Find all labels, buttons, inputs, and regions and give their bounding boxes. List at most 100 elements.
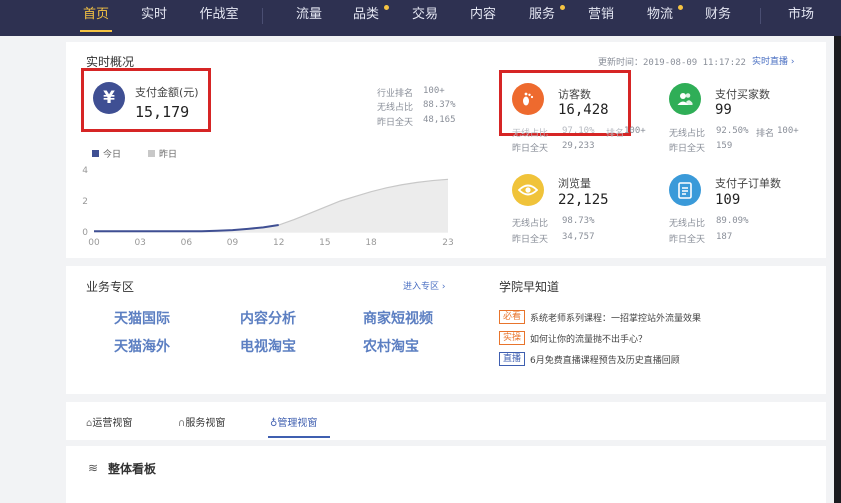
orders-label: 支付子订单数 <box>715 177 781 190</box>
academy-tag-must-see: 必看 <box>499 310 526 324</box>
visitors-yesterday-value: 29,233 <box>562 141 595 151</box>
biz-link-short-video[interactable]: 商家短视频 <box>363 308 433 328</box>
tab-management[interactable]: ♁管理视窗 <box>270 414 317 429</box>
views-yesterday-label: 昨日全天 <box>512 235 549 245</box>
live-link[interactable]: 实时直播 › <box>752 54 794 67</box>
biz-link-tv-taobao[interactable]: 电视淘宝 <box>240 336 296 356</box>
eye-icon <box>512 174 544 206</box>
layers-icon: ≋ <box>88 461 99 475</box>
nav-finance[interactable]: 财务 <box>704 0 732 36</box>
realtime-overview-card: 实时概况 更新时间：2019-08-09 11:17:22 实时直播 › ¥ 支… <box>66 42 826 258</box>
nav-service[interactable]: 服务 <box>528 0 556 36</box>
tab-service[interactable]: ∩服务视窗 <box>178 414 225 429</box>
legend-today[interactable]: 今日 <box>92 147 121 160</box>
nav-logistics[interactable]: 物流 <box>646 0 674 36</box>
pay-wireless-value: 88.37% <box>423 100 456 110</box>
business-zone-card: 业务专区 进入专区 › 天猫国际 内容分析 商家短视频 天猫海外 电视淘宝 农村… <box>66 266 826 394</box>
biz-link-tmall-global[interactable]: 天猫国际 <box>114 308 170 328</box>
document-icon <box>669 174 701 206</box>
visitors-yesterday-label: 昨日全天 <box>512 144 549 154</box>
pay-yesterday-label: 昨日全天 <box>377 118 414 128</box>
top-nav: 首页 实时 作战室 流量 品类 交易 内容 服务 营销 物流 财务 市场 <box>0 0 841 36</box>
views-wireless-label: 无线占比 <box>512 219 549 229</box>
nav-marketing[interactable]: 营销 <box>587 0 615 36</box>
enter-zone-link[interactable]: 进入专区 › <box>403 279 445 292</box>
realtime-line-chart: 4 2 000 03 06 09 12 15 18 23 <box>82 166 453 248</box>
academy-tag-live: 直播 <box>499 352 526 366</box>
legend-today-label: 今日 <box>103 150 122 160</box>
x-tick-label: 23 <box>442 238 453 248</box>
biz-link-rural-taobao[interactable]: 农村淘宝 <box>363 336 419 356</box>
legend-yesterday-label: 昨日 <box>159 150 178 160</box>
orders-yesterday-label: 昨日全天 <box>669 235 706 245</box>
visitors-rank-value: 100+ <box>624 126 646 136</box>
business-zone-title: 业务专区 <box>86 280 135 294</box>
view-tabs-bar: ⌂运营视窗 ∩服务视窗 ♁管理视窗 <box>66 402 826 440</box>
nav-realtime[interactable]: 实时 <box>140 0 168 36</box>
nav-market[interactable]: 市场 <box>787 0 815 36</box>
industry-rank-value: 100+ <box>423 86 445 96</box>
orders-value: 109 <box>715 192 741 208</box>
footprint-icon <box>512 83 544 115</box>
nav-divider <box>760 8 761 24</box>
buyers-wireless-label: 无线占比 <box>669 129 706 139</box>
x-tick-label: 15 <box>319 238 330 248</box>
views-wireless-value: 98.73% <box>562 216 595 226</box>
visitors-wireless-value: 97.10% <box>562 126 595 136</box>
tab-operations-label: 运营视窗 <box>92 418 133 429</box>
x-tick-label: 06 <box>181 238 193 248</box>
biz-link-tmall-overseas[interactable]: 天猫海外 <box>114 336 170 356</box>
legend-yesterday[interactable]: 昨日 <box>148 147 177 160</box>
nav-traffic[interactable]: 流量 <box>295 0 323 36</box>
x-tick-label: 03 <box>134 238 145 248</box>
views-label: 浏览量 <box>558 177 591 190</box>
nav-warroom[interactable]: 作战室 <box>197 0 241 36</box>
buyers-label: 支付买家数 <box>715 88 770 101</box>
update-time: 更新时间：2019-08-09 11:17:22 <box>598 55 746 68</box>
pay-amount-value: 15,179 <box>135 103 190 121</box>
nav-badge-dot <box>384 5 389 10</box>
orders-wireless-value: 89.09% <box>716 216 749 226</box>
buyers-yesterday-label: 昨日全天 <box>669 144 706 154</box>
overall-board-title: 整体看板 <box>108 462 157 476</box>
x-tick-label: 18 <box>365 238 377 248</box>
y-tick-label: 2 <box>82 197 88 207</box>
pay-yesterday-value: 48,165 <box>423 115 456 125</box>
pay-wireless-label: 无线占比 <box>377 103 414 113</box>
buyers-rank-label: 排名 <box>756 129 775 139</box>
views-value: 22,125 <box>558 192 609 208</box>
orders-wireless-label: 无线占比 <box>669 219 706 229</box>
x-tick-label: 00 <box>88 238 100 248</box>
visitors-rank-label: 排名 <box>606 129 625 139</box>
academy-news-item[interactable]: 6月免费直播课程预告及历史直播回顾 <box>530 353 680 366</box>
active-tab-underline <box>268 436 330 438</box>
x-tick-label: 12 <box>273 238 284 248</box>
orders-yesterday-value: 187 <box>716 232 733 242</box>
tab-service-label: 服务视窗 <box>185 418 226 429</box>
academy-news-item[interactable]: 系统老师系列课程：一招掌控站外流量效果 <box>530 311 701 324</box>
nav-trade[interactable]: 交易 <box>411 0 439 36</box>
tab-operations[interactable]: ⌂运营视窗 <box>86 414 132 429</box>
academy-news-item[interactable]: 如何让你的流量抛不出手心？ <box>530 332 647 345</box>
nav-content[interactable]: 内容 <box>469 0 497 36</box>
buyers-rank-value: 100+ <box>777 126 799 136</box>
nav-badge-dot <box>678 5 683 10</box>
views-yesterday-value: 34,757 <box>562 232 595 242</box>
visitors-wireless-label: 无线占比 <box>512 129 549 139</box>
biz-link-content-analysis[interactable]: 内容分析 <box>240 308 296 328</box>
nav-category[interactable]: 品类 <box>352 0 380 36</box>
tab-management-label: 管理视窗 <box>277 418 318 429</box>
users-icon <box>669 83 701 115</box>
nav-home[interactable]: 首页 <box>80 0 112 32</box>
y-tick-label: 0 <box>82 228 88 238</box>
x-tick-label: 09 <box>227 238 239 248</box>
visitors-value: 16,428 <box>558 102 609 118</box>
nav-badge-dot <box>560 5 565 10</box>
overall-board-card: ≋ 整体看板 <box>66 446 826 503</box>
academy-tag-practice: 实操 <box>499 331 526 345</box>
pay-amount-label: 支付金额(元) <box>135 86 199 99</box>
buyers-value: 99 <box>715 102 732 118</box>
buyers-yesterday-value: 159 <box>716 141 733 151</box>
academy-title: 学院早知道 <box>499 280 560 294</box>
buyers-wireless-value: 92.50% <box>716 126 749 136</box>
